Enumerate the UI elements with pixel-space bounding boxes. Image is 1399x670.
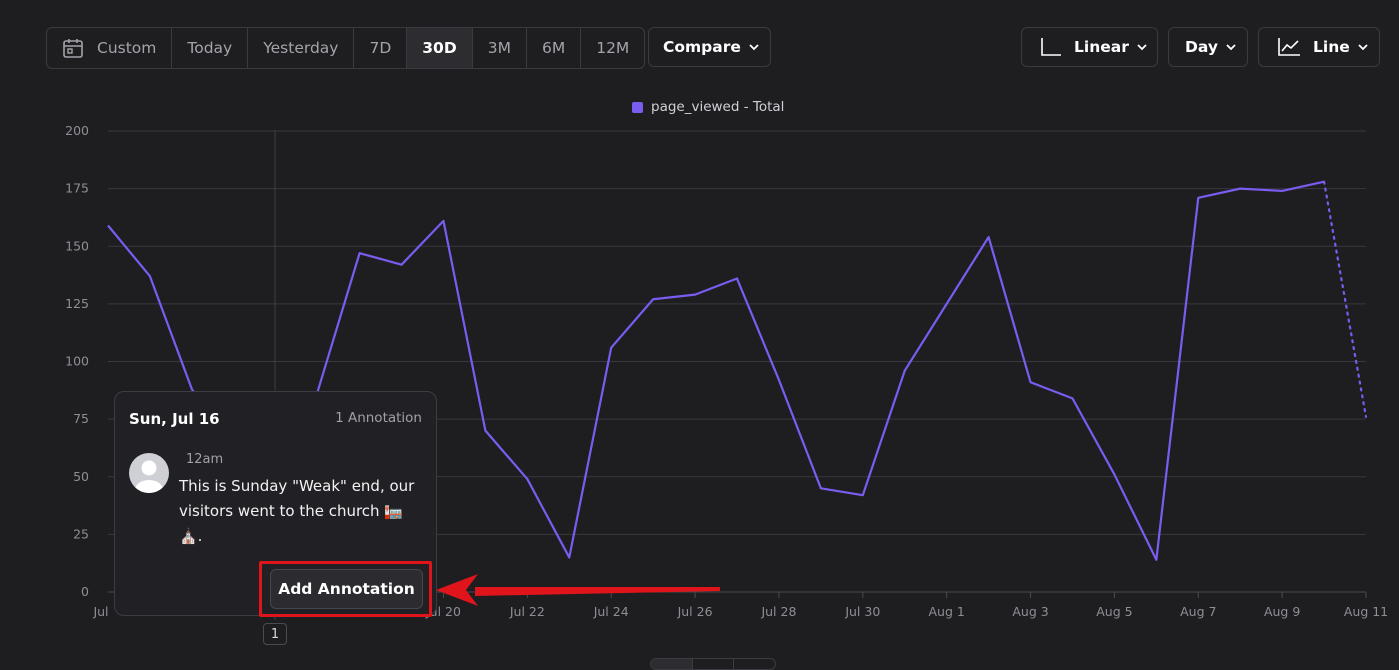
date-range-3m[interactable]: 3M [473, 28, 527, 68]
x-tick-label: Aug 9 [1264, 604, 1300, 619]
scale-label: Linear [1074, 38, 1129, 56]
chart-legend[interactable]: page_viewed - Total [632, 99, 784, 115]
annotation-text-line: ⛪. [179, 527, 203, 545]
x-tick-label: Aug 11 [1344, 604, 1388, 619]
pager-segment[interactable] [734, 659, 775, 669]
interval-dropdown[interactable]: Day [1168, 27, 1248, 67]
pager-segment[interactable] [693, 659, 735, 669]
chevron-down-icon [749, 43, 759, 51]
legend-swatch [632, 101, 643, 113]
date-range-today[interactable]: Today [172, 28, 249, 68]
date-range-6m[interactable]: 6M [527, 28, 582, 68]
y-tick-label: 25 [73, 526, 89, 541]
x-tick-label: Jul 30 [844, 604, 880, 619]
series-line-partial [1322, 180, 1368, 418]
date-range-custom[interactable]: Custom [47, 28, 173, 68]
axis-icon [1040, 37, 1062, 57]
chart-type-label: Line [1313, 38, 1350, 56]
y-tick-label: 125 [65, 296, 89, 311]
chevron-down-icon [1358, 43, 1368, 51]
avatar [129, 453, 169, 493]
y-tick-label: 0 [81, 584, 89, 599]
interval-label: Day [1185, 38, 1218, 56]
x-tick-label: Aug 3 [1012, 604, 1048, 619]
highlight-box [259, 561, 432, 617]
tooltip-date: Sun, Jul 16 [129, 410, 220, 428]
y-tick-label: 150 [65, 238, 89, 253]
chevron-down-icon [1137, 43, 1147, 51]
date-range-30d[interactable]: 30D [407, 28, 473, 68]
y-axis: 0 25 50 75 100 125 150 175 200 [65, 123, 89, 599]
date-range-7d[interactable]: 7D [354, 28, 408, 68]
compare-button[interactable]: Compare [648, 27, 771, 67]
x-tick-label: Aug 1 [928, 604, 964, 619]
chevron-down-icon [1226, 43, 1236, 51]
y-tick-label: 50 [73, 469, 89, 484]
date-range-yesterday[interactable]: Yesterday [248, 28, 355, 68]
x-tick-label: Aug 5 [1096, 604, 1132, 619]
annotation-text-line: This is Sunday "Weak" end, our [179, 477, 415, 495]
y-tick-label: 75 [73, 411, 89, 426]
date-range-12m[interactable]: 12M [581, 28, 644, 68]
pager-segment[interactable] [651, 659, 693, 669]
calendar-icon [62, 37, 84, 59]
date-range-selector: Custom Today Yesterday 7D 30D 3M 6M 12M [46, 27, 646, 69]
y-tick-label: 100 [65, 354, 89, 369]
pointer-arrow [436, 574, 720, 606]
pagination [650, 658, 776, 670]
date-range-custom-label: Custom [97, 39, 157, 57]
compare-label: Compare [663, 38, 741, 56]
annotation-time: 12am [186, 452, 224, 467]
y-tick-label: 200 [65, 123, 89, 138]
annotation-text: This is Sunday "Weak" end, our visitors … [179, 474, 424, 549]
scale-dropdown[interactable]: Linear [1021, 27, 1158, 67]
x-tick-label: Aug 7 [1180, 604, 1216, 619]
y-tick-label: 175 [65, 181, 89, 196]
legend-label: page_viewed - Total [651, 99, 785, 115]
annotation-marker[interactable]: 1 [263, 623, 287, 645]
annotation-count: 1 Annotation [335, 410, 422, 426]
x-tick-label: Jul 28 [760, 604, 796, 619]
line-chart-icon [1277, 37, 1301, 57]
annotation-text-line: visitors went to the church 🏣 [179, 502, 403, 520]
chart-type-dropdown[interactable]: Line [1258, 27, 1380, 67]
x-tick-label: Jul [92, 604, 108, 619]
